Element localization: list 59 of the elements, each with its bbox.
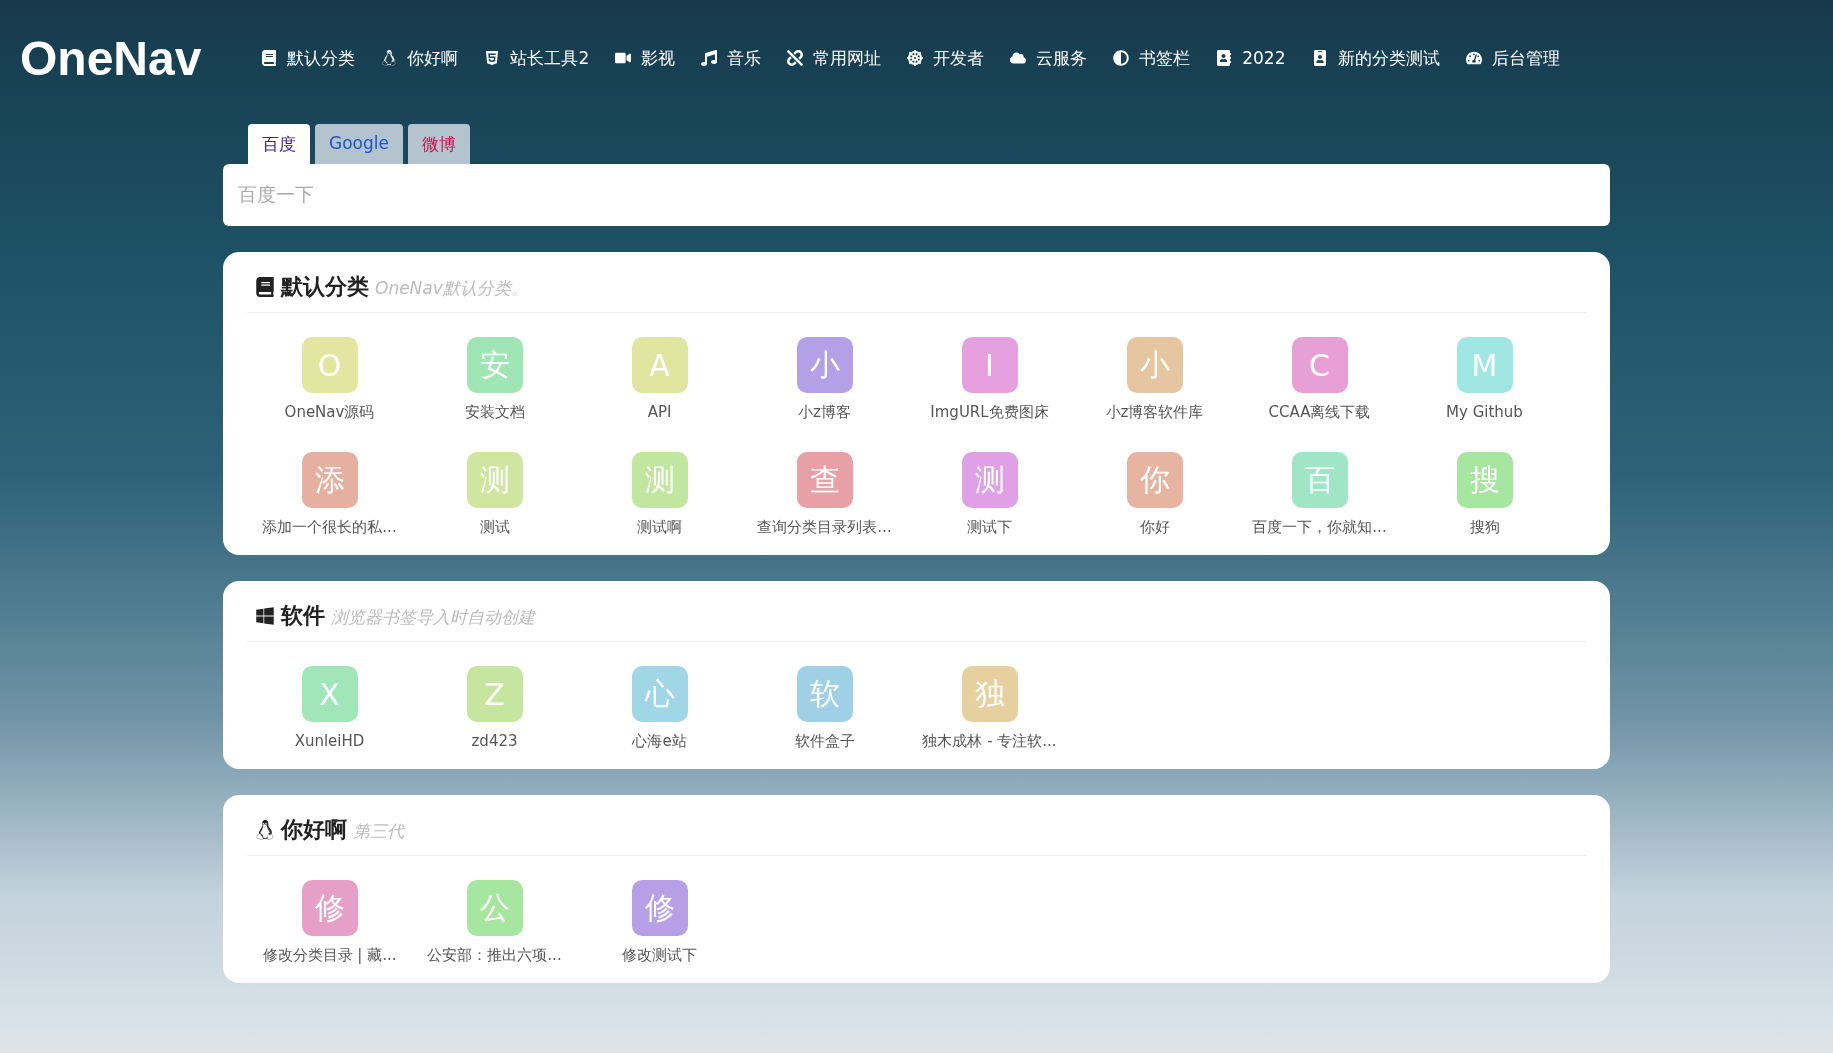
music-note-icon (701, 50, 718, 66)
book-icon (255, 277, 275, 297)
nav-link[interactable]: 你好啊 (381, 46, 459, 70)
nav-link[interactable]: 书签栏 (1113, 46, 1191, 70)
badge-icon (1311, 50, 1328, 66)
site-link[interactable]: XunleiHD (294, 732, 365, 750)
nav-link[interactable]: 新的分类测试 (1311, 46, 1440, 70)
site-link[interactable]: zd423 (471, 732, 518, 750)
site-link[interactable]: ImgURL免费图床 (930, 403, 1049, 422)
category-description: 浏览器书签导入时自动创建 (331, 606, 535, 629)
site-link[interactable]: 你好 (1139, 518, 1170, 537)
search-field[interactable]: 百度一下 (223, 164, 1610, 226)
dashboard-icon (1465, 50, 1482, 66)
site-link[interactable]: 心海e站 (632, 732, 687, 751)
video-camera-icon (615, 50, 632, 66)
site-link[interactable]: 小z博客软件库 (1105, 403, 1204, 422)
wheel-icon (907, 50, 924, 66)
site-link[interactable]: 查询分类目录列表... (757, 518, 892, 537)
penguin-icon (255, 820, 275, 840)
shield-icon (484, 50, 501, 66)
site-link[interactable]: CCAA离线下载 (1268, 403, 1371, 422)
category-title: 软件 (281, 602, 325, 630)
category-description: OneNav默认分类。 (375, 277, 528, 300)
nav-link[interactable]: 常用网址 (787, 46, 882, 70)
cloud-icon (1010, 50, 1027, 66)
site-link[interactable]: 搜狗 (1469, 518, 1500, 537)
site-link[interactable]: 测试下 (967, 518, 1012, 537)
nav-link[interactable]: 影视 (615, 46, 676, 70)
site-link[interactable]: 百度一下，你就知... (1252, 518, 1387, 537)
broken-link-icon (787, 50, 804, 66)
site-link[interactable]: 添加一个很长的私... (262, 518, 397, 537)
site-link[interactable]: 安装文档 (464, 403, 525, 422)
windows-icon (255, 606, 275, 626)
site-link[interactable]: 公安部：推出六项... (427, 946, 562, 965)
site-link[interactable]: 软件盒子 (794, 732, 855, 751)
nav-link[interactable]: 音乐 (701, 46, 762, 70)
nav-link[interactable]: 站长工具2 (484, 46, 590, 70)
search-engine-tab[interactable]: Google (315, 124, 403, 164)
site-link[interactable]: OneNav源码 (284, 403, 375, 422)
penguin-icon (381, 50, 398, 66)
site-link[interactable]: API (647, 403, 672, 421)
site-link[interactable]: 小z博客 (798, 403, 851, 422)
site-link[interactable]: My Github (1446, 403, 1523, 421)
site-link[interactable]: 测试啊 (637, 518, 682, 537)
nav-link[interactable]: 开发者 (907, 46, 985, 70)
site-logo: OneNav (20, 30, 202, 86)
site-link[interactable]: 修改分类目录 | 藏... (262, 946, 397, 965)
book-icon (261, 50, 278, 66)
site-link[interactable]: 测试 (479, 518, 510, 537)
nav-link[interactable]: 云服务 (1010, 46, 1088, 70)
category-title: 你好啊 (281, 816, 347, 844)
nav-link[interactable]: 默认分类 (261, 46, 356, 70)
site-link[interactable]: 修改测试下 (622, 946, 697, 965)
nav-link[interactable]: 2022 (1216, 48, 1286, 68)
nav-link[interactable]: 后台管理 (1465, 46, 1560, 70)
site-link[interactable]: 独木成林 - 专注软... (922, 732, 1057, 751)
category-title: 默认分类 (281, 273, 369, 301)
contact-book-icon (1216, 50, 1233, 66)
search-engine-tab[interactable]: 百度 (248, 124, 310, 164)
